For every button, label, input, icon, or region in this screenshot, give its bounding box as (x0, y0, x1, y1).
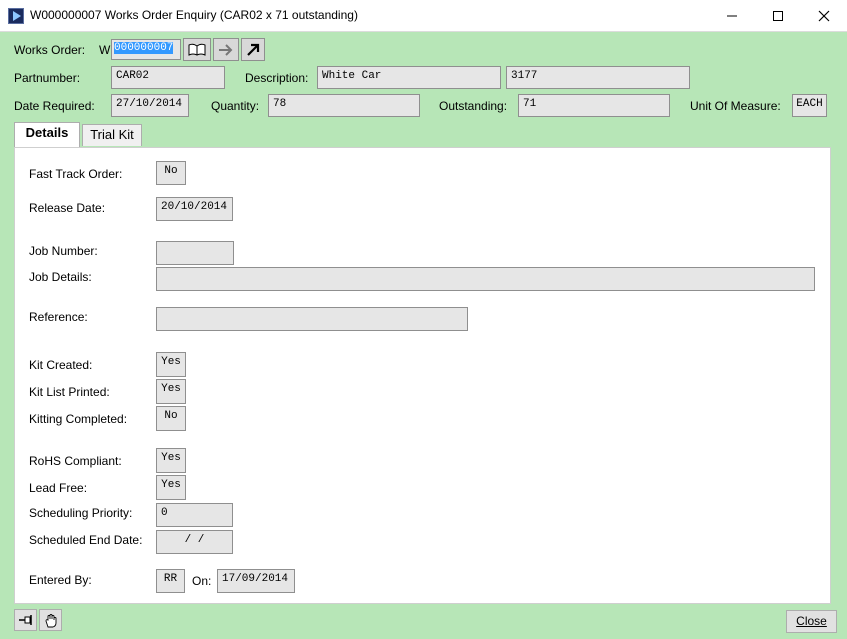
maximize-button[interactable] (755, 0, 801, 31)
kit-list-printed-field: Yes (156, 379, 186, 404)
kit-created-field: Yes (156, 352, 186, 377)
quantity-label: Quantity: (211, 99, 260, 113)
close-window-button[interactable] (801, 0, 847, 31)
works-order-label: Works Order: (14, 43, 86, 57)
date-required-label: Date Required: (14, 99, 95, 113)
lead-free-field: Yes (156, 475, 186, 500)
close-button-label: Close (796, 614, 827, 628)
on-date-field: 17/09/2014 (217, 569, 295, 593)
release-date-label: Release Date: (29, 201, 106, 215)
kitting-completed-field: No (156, 406, 186, 431)
outstanding-label: Outstanding: (439, 99, 508, 113)
uom-field: EACH (792, 94, 827, 117)
close-button[interactable]: Close (786, 610, 837, 633)
uom-label: Unit Of Measure: (690, 99, 781, 113)
on-label: On: (192, 574, 212, 588)
outstanding-field: 71 (518, 94, 670, 117)
job-number-label: Job Number: (29, 244, 98, 258)
lookup-button[interactable] (183, 38, 211, 61)
rohs-field: Yes (156, 448, 186, 473)
entered-by-field: RR (156, 569, 185, 593)
minimize-icon (727, 15, 737, 17)
job-number-field (156, 241, 234, 265)
app-icon (8, 8, 24, 24)
fast-track-label: Fast Track Order: (29, 167, 123, 181)
title-bar: W000000007 Works Order Enquiry (CAR02 x … (0, 0, 847, 32)
scheduling-priority-field: 0 (156, 503, 233, 527)
fast-track-field: No (156, 161, 186, 185)
description-extra-field: 3177 (506, 66, 690, 89)
works-order-input[interactable]: 000000007 (111, 39, 181, 60)
minimize-button[interactable] (709, 0, 755, 31)
tab-trial-kit[interactable]: Trial Kit (82, 124, 142, 146)
hand-icon (45, 614, 56, 628)
hand-button[interactable] (39, 609, 62, 631)
job-details-field (156, 267, 815, 291)
scheduled-end-label: Scheduled End Date: (29, 533, 143, 547)
book-icon (188, 43, 206, 56)
reference-field (156, 307, 468, 331)
entered-by-label: Entered By: (29, 573, 92, 587)
tab-details[interactable]: Details (14, 122, 80, 148)
partnumber-field: CAR02 (111, 66, 225, 89)
pin-icon (18, 615, 32, 625)
kit-list-printed-label: Kit List Printed: (29, 385, 110, 399)
release-date-field: 20/10/2014 (156, 197, 233, 221)
scheduling-priority-label: Scheduling Priority: (29, 506, 133, 520)
arrow-right-icon (219, 43, 233, 56)
description-label: Description: (245, 71, 309, 85)
close-icon (818, 10, 830, 22)
kit-created-label: Kit Created: (29, 358, 93, 372)
open-link-button[interactable] (241, 38, 265, 61)
scheduled-end-field: / / (156, 530, 233, 554)
rohs-label: RoHS Compliant: (29, 454, 122, 468)
job-details-label: Job Details: (29, 270, 92, 284)
works-order-value: 000000007 (114, 42, 174, 54)
quantity-field: 78 (268, 94, 420, 117)
description-field: White Car (317, 66, 501, 89)
partnumber-label: Partnumber: (14, 71, 81, 85)
arrow-up-right-icon (247, 43, 260, 56)
date-required-field: 27/10/2014 (111, 94, 189, 117)
lead-free-label: Lead Free: (29, 481, 88, 495)
kitting-completed-label: Kitting Completed: (29, 412, 128, 426)
reference-label: Reference: (29, 310, 88, 324)
pin-button[interactable] (14, 609, 37, 631)
window-title: W000000007 Works Order Enquiry (CAR02 x … (30, 8, 358, 22)
next-button[interactable] (213, 38, 239, 61)
works-order-prefix: W (99, 43, 111, 57)
maximize-icon (773, 11, 783, 22)
